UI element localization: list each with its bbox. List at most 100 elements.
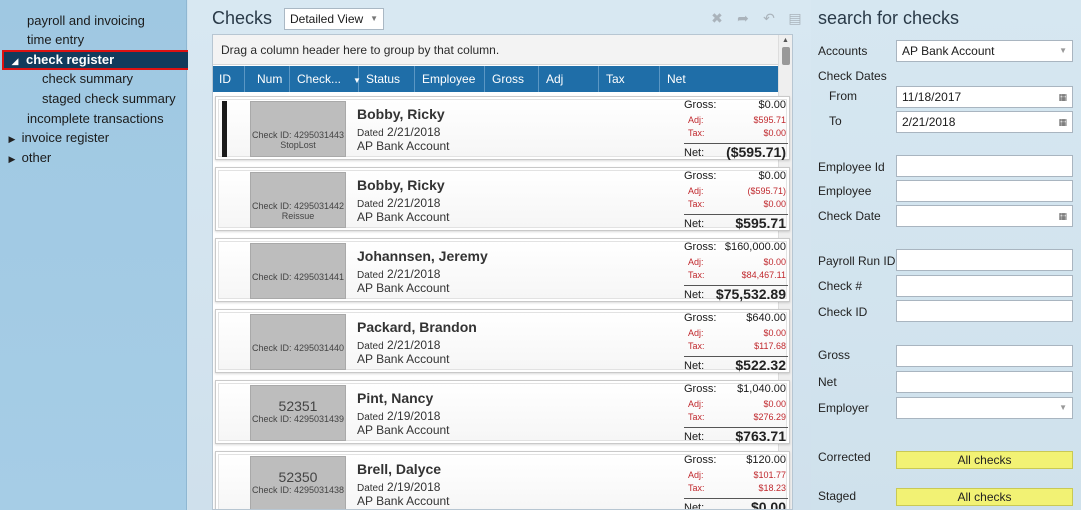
check-amounts: Gross: $1,040.00 Adj: $0.00 Tax: $276.29 Net: $… [684, 383, 788, 444]
employee-name: Pint, Nancy [357, 390, 434, 406]
net-label: Net: [684, 218, 705, 230]
nav-check-summary[interactable]: check summary [42, 69, 133, 89]
undo-icon[interactable]: ↶ [761, 10, 777, 26]
scroll-thumb[interactable] [782, 47, 790, 65]
scroll-up-icon[interactable]: ▲ [782, 37, 789, 44]
check-date-value: 2/21/2018 [387, 338, 441, 352]
net-input[interactable] [896, 371, 1073, 393]
check-thumbnail[interactable]: Check ID: 4295031440 [250, 314, 346, 370]
expand-arrow-icon[interactable]: ▶ [6, 149, 18, 169]
close-icon[interactable]: ✖ [709, 10, 725, 26]
nav-time-entry[interactable]: time entry [27, 30, 84, 50]
dated-label: Dated [357, 199, 384, 210]
check-amounts: Gross: $0.00 Adj: ($595.71) Tax: $0.00 Net: $59… [684, 170, 788, 231]
employee-name: Bobby, Ricky [357, 106, 445, 122]
print-icon[interactable]: ▤ [787, 10, 803, 26]
checks-pane: Checks Detailed View ▼ ✖ ➦ ↶ ▤ Drag a co… [188, 0, 811, 510]
calendar-icon[interactable]: ▦ [1058, 112, 1067, 132]
adj-label: Adj: [688, 399, 704, 409]
gross-label: Gross: [684, 170, 717, 182]
employee-input[interactable] [896, 180, 1073, 202]
bank-account: AP Bank Account [357, 494, 450, 508]
accounts-select[interactable]: AP Bank Account ▼ [896, 40, 1073, 62]
corrected-toggle-button[interactable]: All checks [896, 451, 1073, 469]
group-by-bar[interactable]: Drag a column header here to group by th… [213, 35, 792, 65]
nav-invoice-register[interactable]: ▶ invoice register [6, 128, 110, 149]
employee-name: Packard, Brandon [357, 319, 477, 335]
check-thumbnail[interactable]: Check ID: 4295031443 StopLost [250, 101, 346, 157]
check-id-text: Check ID: 4295031438 [251, 485, 345, 495]
check-date-value: 2/21/2018 [387, 125, 441, 139]
col-num[interactable]: Num [251, 66, 290, 92]
check-row[interactable]: Check ID: 4295031443 StopLost Bobby, Ricky… [215, 96, 790, 160]
check-date-value: 2/21/2018 [387, 196, 441, 210]
tax-value: $18.23 [758, 483, 786, 493]
checks-grid: Drag a column header here to group by th… [212, 34, 793, 510]
adj-label: Adj: [688, 470, 704, 480]
check-dated: Dated 2/21/2018 [357, 125, 440, 139]
view-select[interactable]: Detailed View ▼ [284, 8, 384, 30]
employer-select[interactable]: ▼ [896, 397, 1073, 419]
bank-account: AP Bank Account [357, 423, 450, 437]
nav-other-label: other [21, 150, 52, 165]
check-id-text: Check ID: 4295031441 [251, 272, 345, 282]
col-gross[interactable]: Gross [486, 66, 539, 92]
left-nav: payroll and invoicing time entry ◢ check … [0, 0, 205, 510]
col-check-date[interactable]: Check... ▼ [291, 66, 361, 92]
employee-id-input[interactable] [896, 155, 1073, 177]
from-date-field[interactable]: 11/18/2017 ▦ [896, 86, 1073, 108]
check-thumbnail[interactable]: 52351 Check ID: 4295031439 [250, 385, 346, 441]
to-date-field[interactable]: 2/21/2018 ▦ [896, 111, 1073, 133]
gross-input[interactable] [896, 345, 1073, 367]
tax-label: Tax: [688, 412, 705, 422]
calendar-icon[interactable]: ▦ [1058, 87, 1067, 107]
col-net[interactable]: Net [661, 66, 779, 92]
gross-label: Gross: [684, 99, 717, 111]
check-date-field[interactable]: ▦ [896, 205, 1073, 227]
payroll-run-id-label: Payroll Run ID [818, 254, 896, 268]
employee-name: Bobby, Ricky [357, 177, 445, 193]
gross-value: $0.00 [758, 170, 786, 182]
col-status[interactable]: Status [360, 66, 415, 92]
check-thumbnail[interactable]: Check ID: 4295031441 [250, 243, 346, 299]
dated-label: Dated [357, 483, 384, 494]
net-label: Net: [684, 289, 705, 301]
employee-name: Brell, Dalyce [357, 461, 442, 477]
calendar-icon[interactable]: ▦ [1058, 206, 1067, 226]
net-value: $75,532.89 [715, 286, 786, 302]
employee-name: Johannsen, Jeremy [357, 248, 488, 264]
payroll-run-id-input[interactable] [896, 249, 1073, 271]
check-row[interactable]: Check ID: 4295031440 Packard, Brandon Date… [215, 309, 790, 373]
redo-icon[interactable]: ➦ [735, 10, 751, 26]
nav-other[interactable]: ▶ other [6, 148, 52, 169]
net-value: $595.71 [735, 215, 786, 231]
collapse-arrow-icon[interactable]: ◢ [4, 53, 26, 69]
check-id-input[interactable] [896, 300, 1073, 322]
check-row[interactable]: 52350 Check ID: 4295031438 Brell, Dalyce Da… [215, 451, 790, 510]
col-employee[interactable]: Employee [416, 66, 485, 92]
nav-check-register[interactable]: ◢ check register [2, 50, 205, 70]
check-dated: Dated 2/21/2018 [357, 196, 440, 210]
col-id[interactable]: ID [213, 66, 245, 92]
check-number-input[interactable] [896, 275, 1073, 297]
nav-payroll-invoicing[interactable]: payroll and invoicing [27, 11, 145, 31]
col-tax[interactable]: Tax [600, 66, 660, 92]
adj-label: Adj: [688, 186, 704, 196]
gross-value: $0.00 [758, 99, 786, 111]
expand-arrow-icon[interactable]: ▶ [6, 129, 18, 149]
check-thumbnail[interactable]: 52350 Check ID: 4295031438 [250, 456, 346, 509]
check-row[interactable]: 52351 Check ID: 4295031439 Pint, Nancy Date… [215, 380, 790, 444]
dated-label: Dated [357, 270, 384, 281]
staged-toggle-button[interactable]: All checks [896, 488, 1073, 506]
check-amounts: Gross: $160,000.00 Adj: $0.00 Tax: $84,467.11… [684, 241, 788, 302]
check-dated: Dated 2/19/2018 [357, 480, 440, 494]
check-row[interactable]: Check ID: 4295031441 Johannsen, Jeremy Dat… [215, 238, 790, 302]
check-thumbnail[interactable]: Check ID: 4295031442 Reissue [250, 172, 346, 228]
nav-incomplete-transactions[interactable]: incomplete transactions [27, 109, 164, 129]
check-row[interactable]: Check ID: 4295031442 Reissue Bobby, Ricky D… [215, 167, 790, 231]
net-value: $0.00 [750, 499, 786, 510]
bank-account: AP Bank Account [357, 210, 450, 224]
col-adj[interactable]: Adj [540, 66, 599, 92]
view-select-value: Detailed View [290, 12, 364, 26]
nav-staged-check-summary[interactable]: staged check summary [42, 89, 176, 109]
